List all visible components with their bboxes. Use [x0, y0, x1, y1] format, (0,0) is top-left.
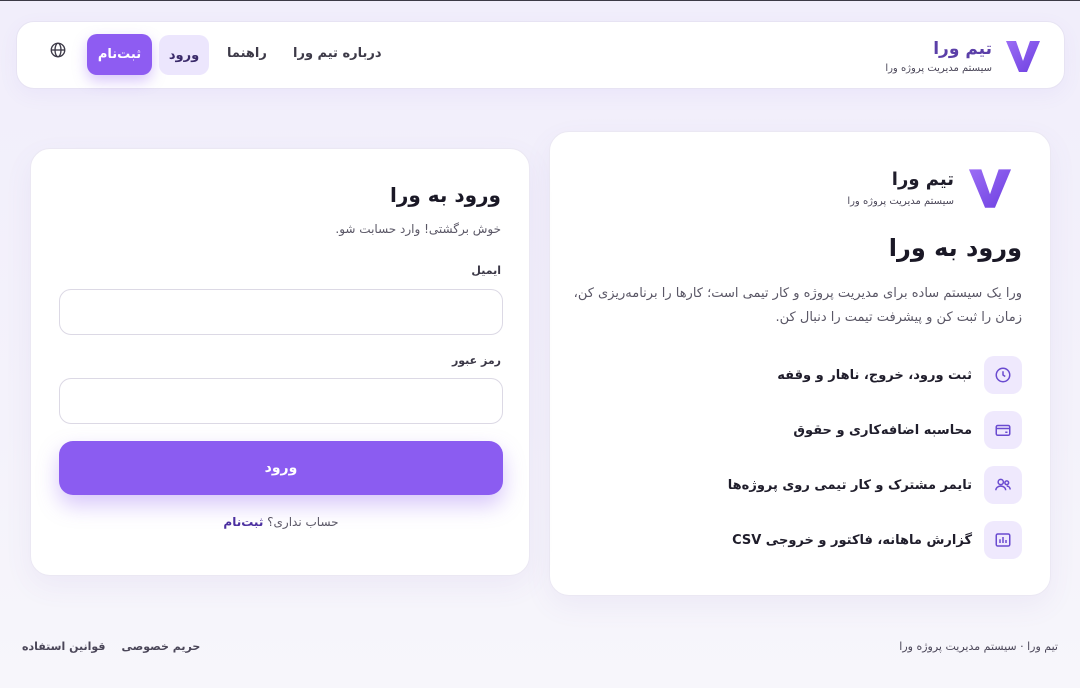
clock-icon — [995, 367, 1011, 383]
signup-link[interactable]: ثبت‌نام — [223, 515, 263, 529]
top-navbar: تیم ورا سیستم مدیریت پروژه ورا ثبت‌نام و… — [16, 21, 1065, 89]
top-border — [0, 0, 1080, 1]
chart-icon — [995, 533, 1011, 547]
feature-icon-box — [984, 411, 1022, 449]
nav-guide-link[interactable]: راهنما — [227, 46, 267, 61]
intro-brand-subtitle: سیستم مدیریت پروژه ورا — [847, 196, 954, 207]
feature-icon-box — [984, 356, 1022, 394]
globe-icon[interactable] — [49, 41, 67, 59]
email-field[interactable] — [59, 289, 503, 335]
footer-links: قوانین استفاده حریم خصوصی — [22, 640, 200, 653]
login-nav-button[interactable]: ورود — [159, 35, 209, 75]
password-field[interactable] — [59, 378, 503, 424]
login-submit-button[interactable]: ورود — [59, 441, 503, 495]
intro-title: ورود به ورا — [888, 234, 1022, 262]
brand-title: تیم ورا — [933, 38, 992, 59]
intro-description: ورا یک سیستم ساده برای مدیریت پروژه و کا… — [573, 286, 1022, 325]
brand[interactable]: تیم ورا سیستم مدیریت پروژه ورا — [885, 32, 1044, 80]
login-subtitle: خوش برگشتی! وارد حسابت شو. — [335, 222, 501, 236]
intro-brand: تیم ورا سیستم مدیریت پروژه ورا — [847, 162, 1016, 214]
vera-logo-icon — [1006, 41, 1040, 72]
feature-item: ثبت ورود، خروج، ناهار و وقفه — [777, 356, 1022, 394]
password-label: رمز عبور — [451, 354, 501, 367]
no-account-text: حساب نداری؟ — [267, 515, 339, 529]
feature-icon-box — [984, 466, 1022, 504]
users-icon — [995, 478, 1011, 491]
signup-prompt: حساب نداری؟ ثبت‌نام — [31, 515, 531, 529]
feature-icon-box — [984, 521, 1022, 559]
feature-item: گزارش ماهانه، فاکتور و خروجی CSV — [732, 521, 1022, 559]
terms-link[interactable]: قوانین استفاده — [22, 640, 105, 653]
brand-subtitle: سیستم مدیریت پروژه ورا — [885, 62, 992, 74]
intro-brand-title: تیم ورا — [891, 169, 954, 190]
feature-item: محاسبه اضافه‌کاری و حقوق — [793, 411, 1022, 449]
feature-label: محاسبه اضافه‌کاری و حقوق — [793, 422, 972, 438]
email-label: ایمیل — [471, 264, 501, 277]
nav-about-link[interactable]: درباره تیم ورا — [293, 46, 382, 61]
login-title: ورود به ورا — [389, 183, 501, 207]
privacy-link[interactable]: حریم خصوصی — [121, 640, 200, 653]
vera-logo-icon — [968, 169, 1012, 208]
intro-card: تیم ورا سیستم مدیریت پروژه ورا ورود به و… — [549, 131, 1051, 596]
feature-label: ثبت ورود، خروج، ناهار و وقفه — [777, 367, 972, 383]
login-card: ورود به ورا خوش برگشتی! وارد حسابت شو. ا… — [30, 148, 530, 576]
feature-label: گزارش ماهانه، فاکتور و خروجی CSV — [732, 532, 972, 548]
feature-label: تایمر مشترک و کار تیمی روی پروژه‌ها — [727, 477, 972, 493]
feature-item: تایمر مشترک و کار تیمی روی پروژه‌ها — [728, 466, 1022, 504]
footer-copyright: تیم ورا · سیستم مدیریت پروژه ورا — [899, 640, 1058, 653]
signup-button[interactable]: ثبت‌نام — [87, 34, 152, 75]
wallet-icon — [995, 424, 1011, 436]
